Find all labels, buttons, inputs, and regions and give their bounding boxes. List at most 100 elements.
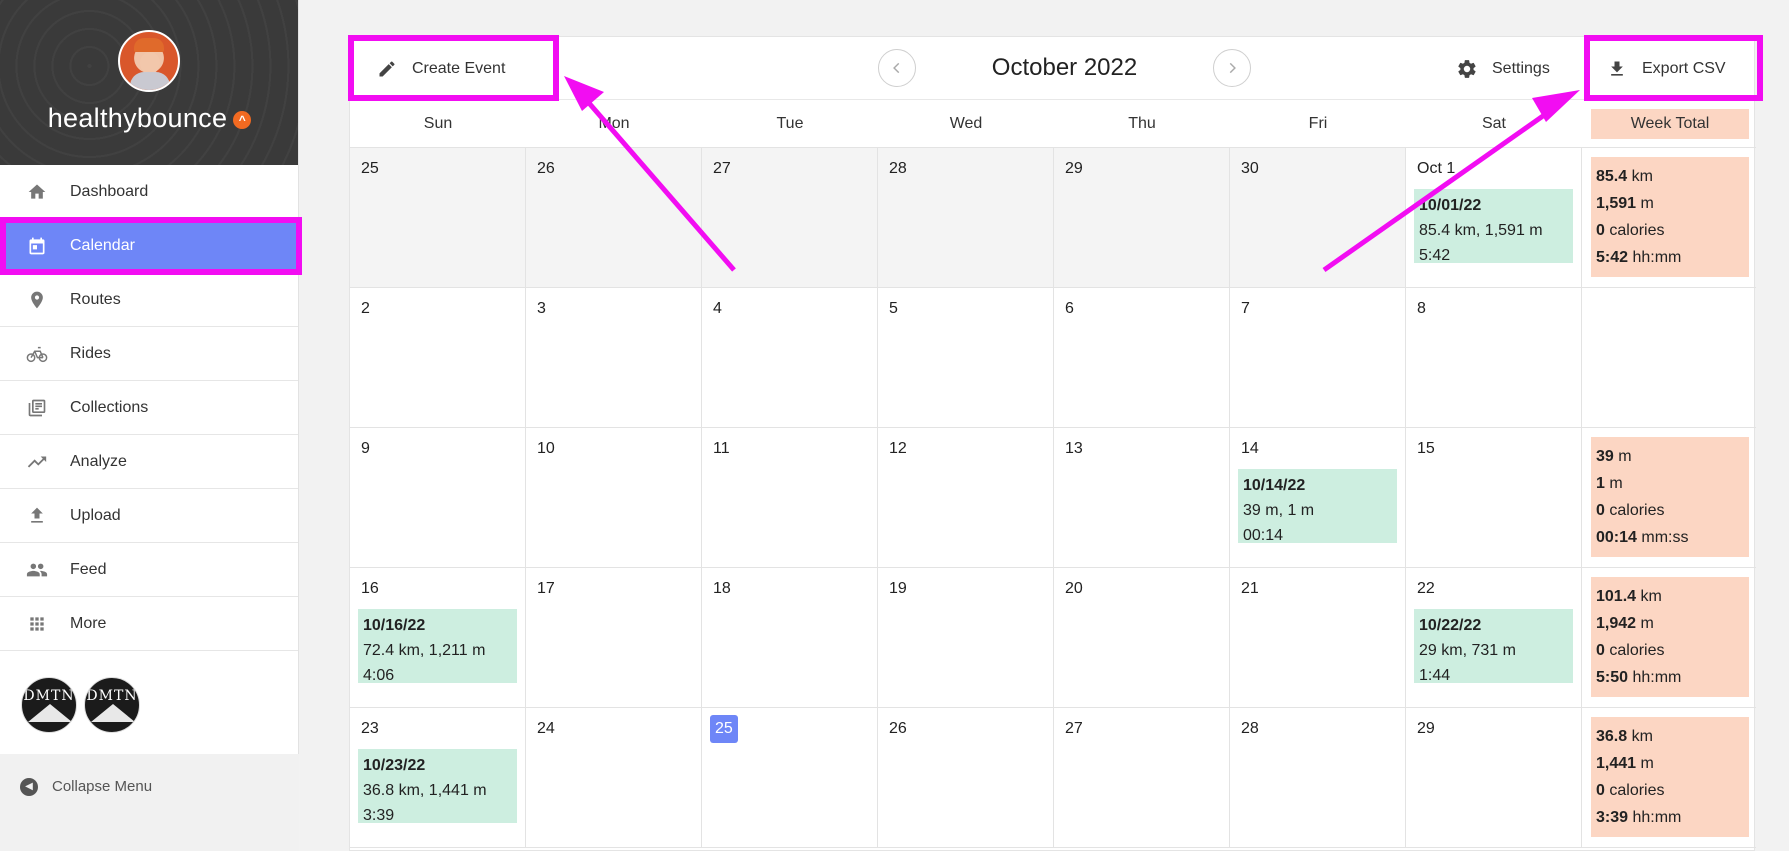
create-event-button[interactable]: Create Event [376, 37, 505, 100]
ride-event[interactable]: 10/23/22 36.8 km, 1,441 m 3:39 [358, 749, 517, 824]
day-cell[interactable]: 15 [1406, 428, 1582, 567]
club-badge[interactable]: DMTN [84, 677, 140, 733]
calendar-grid: Sun Mon Tue Wed Thu Fri Sat Week Total 2… [350, 100, 1756, 848]
username[interactable]: healthybounce [48, 103, 228, 133]
week-total-value: 1 [1596, 475, 1605, 492]
sidebar-nav: Dashboard Calendar Routes Rides Collecti… [0, 165, 298, 651]
week-total-value: 85.4 [1596, 168, 1628, 185]
sidebar-item-analyze[interactable]: Analyze [0, 435, 298, 489]
collections-icon [26, 397, 48, 419]
month-navigation: October 2022 [878, 49, 1251, 87]
sidebar-item-collections[interactable]: Collections [0, 381, 298, 435]
event-date: 10/01/22 [1419, 197, 1482, 214]
week-total-line: 1,591 m [1596, 190, 1744, 217]
avatar[interactable] [118, 30, 180, 92]
bicycle-icon [26, 343, 48, 365]
day-cell[interactable]: 14 10/14/22 39 m, 1 m 00:14 [1230, 428, 1406, 567]
sidebar-item-label: More [70, 614, 107, 632]
day-cell[interactable]: 10 [526, 428, 702, 567]
week-row: 9 10 11 12 13 14 10/14/22 39 m, 1 m 00:14 15 39 m1… [350, 428, 1756, 568]
week-total-unit: hh:mm [1632, 809, 1682, 826]
club-badge[interactable]: DMTN [21, 677, 77, 733]
day-cell[interactable]: 28 [1230, 708, 1406, 847]
day-number: 26 [537, 160, 555, 177]
day-cell[interactable]: 23 10/23/22 36.8 km, 1,441 m 3:39 [350, 708, 526, 847]
collapse-menu-button[interactable]: ◀ Collapse Menu [0, 754, 299, 851]
day-cell[interactable]: 4 [702, 288, 878, 427]
sidebar-item-rides[interactable]: Rides [0, 327, 298, 381]
day-cell[interactable]: 5 [878, 288, 1054, 427]
day-number: 5 [889, 300, 898, 317]
week-total-value: 5:42 [1596, 249, 1629, 266]
ride-event[interactable]: 10/22/22 29 km, 731 m 1:44 [1414, 609, 1573, 684]
sidebar-item-more[interactable]: More [0, 597, 298, 651]
week-total-box: 39 m1 m0 calories 00:14 mm:ss [1591, 437, 1749, 557]
week-total-value: 3:39 [1596, 809, 1629, 826]
day-cell[interactable]: 9 [350, 428, 526, 567]
chevron-left-icon: ◀ [20, 778, 38, 796]
day-cell[interactable]: 20 [1054, 568, 1230, 707]
day-cell[interactable]: 30 [1230, 148, 1406, 287]
day-cell[interactable]: 28 [878, 148, 1054, 287]
day-cell[interactable]: 25 [350, 148, 526, 287]
prev-month-button[interactable] [878, 49, 916, 87]
ride-event[interactable]: 10/14/22 39 m, 1 m 00:14 [1238, 469, 1397, 544]
event-date: 10/14/22 [1243, 477, 1306, 494]
export-csv-button[interactable]: Export CSV [1606, 37, 1726, 100]
day-cell[interactable]: 6 [1054, 288, 1230, 427]
week-total-value: 5:50 [1596, 669, 1629, 686]
week-total-cell: 101.4 km 1,942 m0 calories 5:50 hh:mm [1582, 568, 1756, 707]
day-cell[interactable]: 2 [350, 288, 526, 427]
day-cell[interactable]: 26 [526, 148, 702, 287]
day-cell[interactable]: 21 [1230, 568, 1406, 707]
rank-badge-icon: ^ [233, 111, 252, 129]
day-number: 19 [889, 580, 907, 597]
day-cell[interactable]: 18 [702, 568, 878, 707]
day-cell[interactable]: 11 [702, 428, 878, 567]
week-total-box: 36.8 km 1,441 m0 calories 3:39 hh:mm [1591, 717, 1749, 837]
week-total-unit: mm:ss [1641, 529, 1689, 546]
day-number: 4 [713, 300, 722, 317]
day-cell[interactable]: 19 [878, 568, 1054, 707]
day-cell[interactable]: Oct 1 10/01/22 85.4 km, 1,591 m 5:42 [1406, 148, 1582, 287]
day-cell[interactable]: 16 10/16/22 72.4 km, 1,211 m 4:06 [350, 568, 526, 707]
day-number: 20 [1065, 580, 1083, 597]
day-cell[interactable]: 22 10/22/22 29 km, 731 m 1:44 [1406, 568, 1582, 707]
day-number: 10 [537, 440, 555, 457]
day-number: 21 [1241, 580, 1259, 597]
ride-event[interactable]: 10/01/22 85.4 km, 1,591 m 5:42 [1414, 189, 1573, 264]
day-cell[interactable]: 29 [1054, 148, 1230, 287]
home-icon [26, 181, 48, 203]
event-date: 10/16/22 [363, 617, 426, 634]
settings-button[interactable]: Settings [1456, 37, 1550, 100]
week-total-unit: calories [1609, 642, 1665, 659]
day-cell[interactable]: 17 [526, 568, 702, 707]
week-total-unit: km [1631, 168, 1653, 185]
day-cell[interactable]: 12 [878, 428, 1054, 567]
day-cell[interactable]: 26 [878, 708, 1054, 847]
sidebar-item-routes[interactable]: Routes [0, 273, 298, 327]
day-cell[interactable]: 8 [1406, 288, 1582, 427]
sidebar-item-feed[interactable]: Feed [0, 543, 298, 597]
day-cell[interactable]: 3 [526, 288, 702, 427]
event-duration: 4:06 [363, 667, 395, 684]
week-total-unit: m [1640, 615, 1654, 632]
day-cell[interactable]: 24 [526, 708, 702, 847]
sidebar-item-label: Collections [70, 398, 149, 416]
ride-event[interactable]: 10/16/22 72.4 km, 1,211 m 4:06 [358, 609, 517, 684]
day-cell[interactable]: 27 [1054, 708, 1230, 847]
sidebar-item-dashboard[interactable]: Dashboard [0, 165, 298, 219]
day-cell[interactable]: 25 [702, 708, 878, 847]
day-number: 24 [537, 720, 555, 737]
day-cell[interactable]: 7 [1230, 288, 1406, 427]
today-day-number: 25 [710, 715, 738, 743]
next-month-button[interactable] [1213, 49, 1251, 87]
create-event-label: Create Event [412, 59, 506, 77]
week-total-line: 85.4 km [1596, 163, 1744, 190]
sidebar-item-upload[interactable]: Upload [0, 489, 298, 543]
day-cell[interactable]: 27 [702, 148, 878, 287]
day-cell[interactable]: 13 [1054, 428, 1230, 567]
sidebar-item-calendar[interactable]: Calendar [0, 219, 298, 273]
week-total-line: 1,441 m [1596, 750, 1744, 777]
day-cell[interactable]: 29 [1406, 708, 1582, 847]
